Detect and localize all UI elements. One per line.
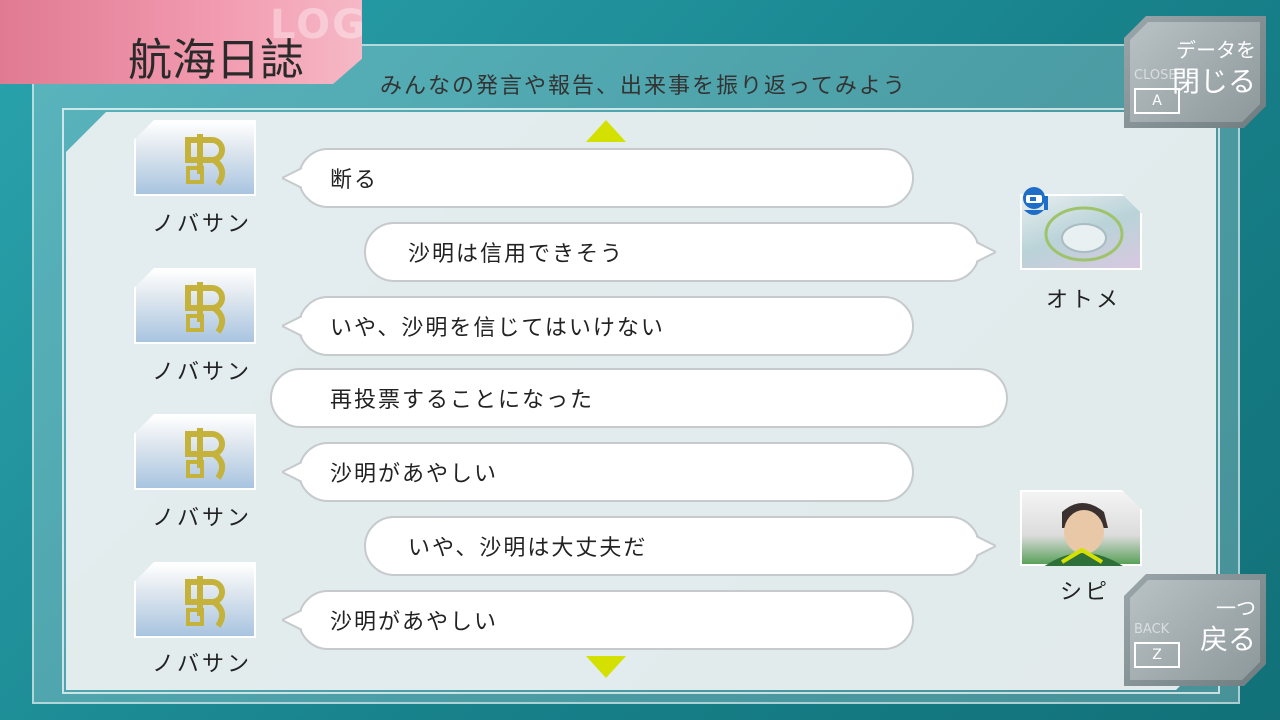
shipi-portrait-icon [1022,492,1144,568]
robot-head-icon [1023,187,1048,215]
back-button[interactable]: BACK 一つ 戻る Z [1124,574,1266,686]
speaker-name: ノバサン [152,652,253,677]
close-button-label: 閉じる [1171,65,1256,98]
bubble-tail-icon [282,461,302,483]
bubble-tail-icon [282,167,302,189]
speaker-avatar-shipi [1020,490,1142,566]
speaker-avatar-nobasan [134,414,256,490]
speaker-avatar-nobasan [134,562,256,638]
log-message-text: いや、沙明を信じてはいけない [330,316,665,341]
scroll-up-arrow-icon[interactable] [586,120,626,142]
log-message: 沙明があやしい [282,442,914,502]
log-message: 沙明は信用できそう [364,222,996,282]
log-message: 断る [282,148,914,208]
back-button-small-label: BACK [1134,622,1170,637]
speaker-name: ノバサン [152,506,253,531]
close-button-top-label: データを [1176,38,1256,62]
log-message-text: 沙明があやしい [330,462,499,487]
nobasan-seal-icon [185,428,226,480]
log-message-text: 断る [330,168,379,193]
speaker-name: ノバサン [152,360,253,385]
close-button[interactable]: CLOSE データを 閉じる A [1124,16,1266,128]
close-button-small-label: CLOSE [1134,68,1177,83]
bubble-tail-icon [282,315,302,337]
bubble-tail-icon [282,609,302,631]
back-button-top-label: 一つ [1216,596,1256,620]
speaker-name: オトメ [1046,288,1122,313]
close-key-hint: A [1134,88,1180,114]
log-message: いや、沙明を信じてはいけない [282,296,914,356]
nobasan-seal-icon [185,282,226,334]
log-message: 沙明があやしい [282,590,914,650]
scroll-down-arrow-icon[interactable] [586,656,626,678]
log-message-text: いや、沙明は大丈夫だ [408,536,648,561]
log-message-text: 沙明があやしい [330,610,499,635]
page-title: 航海日誌 [128,35,304,86]
bubble-tail-icon [976,535,996,557]
nobasan-seal-icon [185,576,226,628]
nobasan-seal-icon [185,134,226,186]
speaker-name: ノバサン [152,212,253,237]
page-subtitle: みんなの発言や報告、出来事を振り返ってみよう [380,74,907,99]
log-message: いや、沙明は大丈夫だ [364,516,996,576]
log-message-text: 沙明は信用できそう [408,242,625,267]
back-key-hint: Z [1134,642,1180,668]
back-button-label: 戻る [1199,623,1256,656]
speaker-avatar-nobasan [134,268,256,344]
log-event-message: 再投票することになった [270,368,1008,428]
speaker-avatar-nobasan [134,120,256,196]
speaker-name: シピ [1060,580,1111,605]
bubble-tail-icon [976,241,996,263]
log-event-text: 再投票することになった [330,388,595,413]
